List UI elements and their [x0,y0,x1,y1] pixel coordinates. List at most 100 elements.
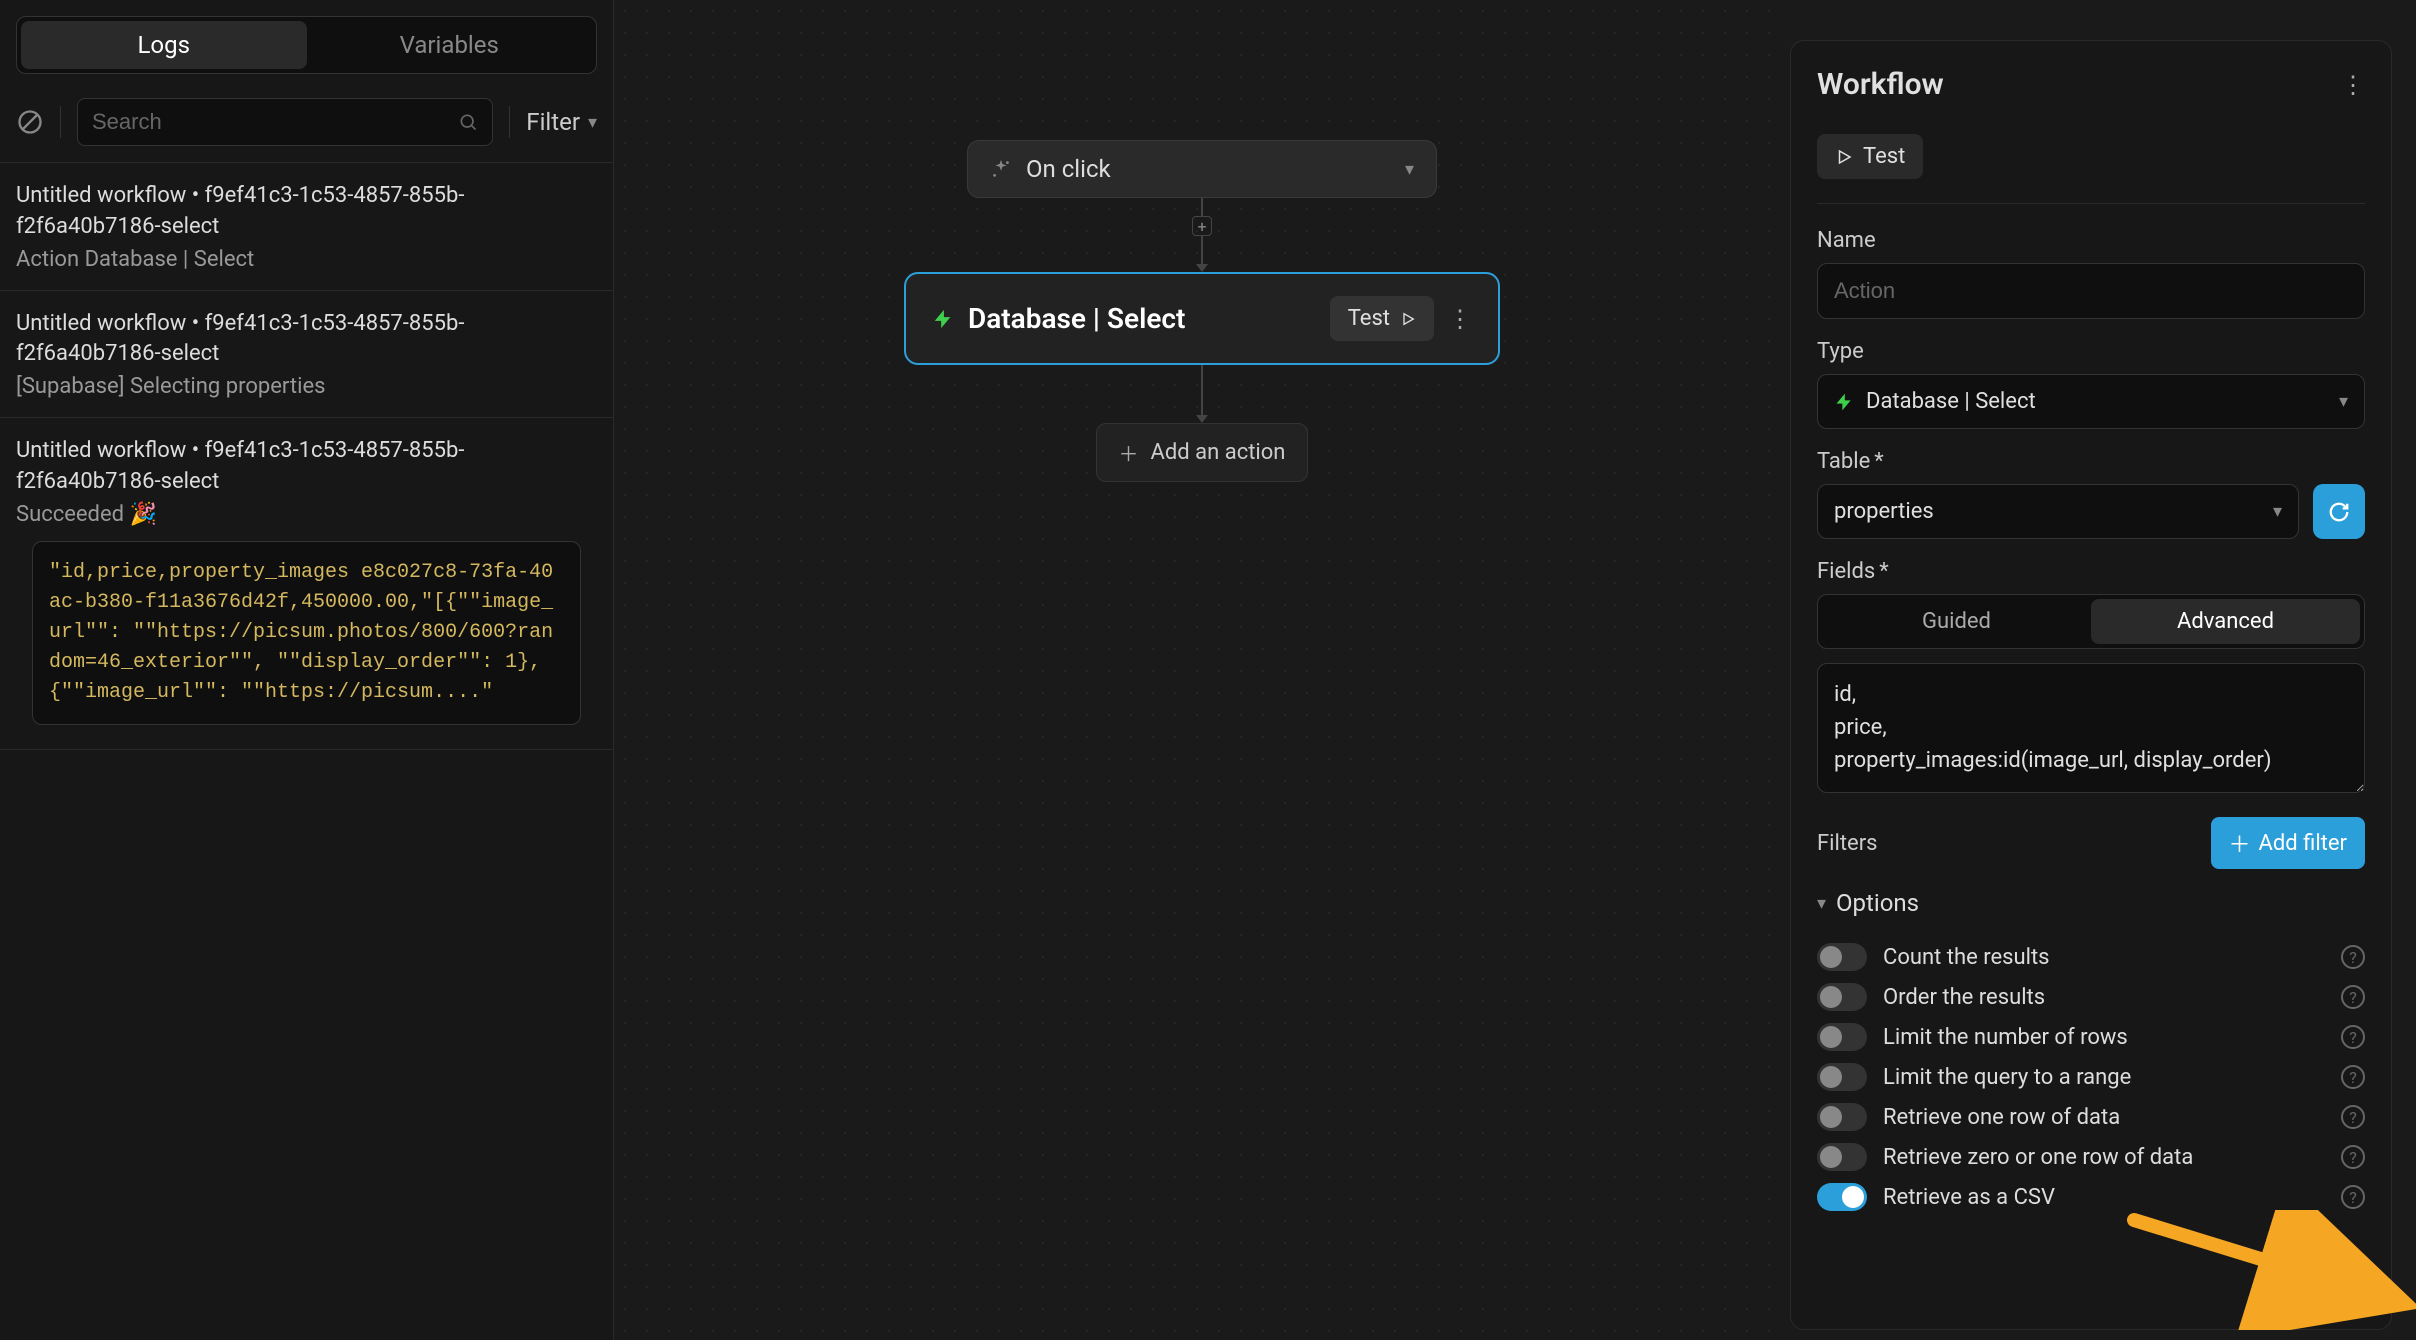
panel-test-button[interactable]: Test [1817,134,1923,179]
add-action-button[interactable]: ＋ Add an action [1096,423,1309,482]
filter-label: Filter [526,108,580,136]
options-label: Options [1836,889,1919,917]
options-toggle[interactable]: ▾ Options [1817,889,2365,917]
seg-guided[interactable]: Guided [1822,599,2091,644]
help-icon[interactable]: ? [2341,1065,2365,1089]
help-icon[interactable]: ? [2341,1185,2365,1209]
chevron-down-icon: ▾ [1405,159,1414,180]
connector [1196,365,1208,423]
logs-sidebar: Logs Variables Filter ▾ Untitl [0,0,614,1340]
option-toggle[interactable] [1817,1143,1867,1171]
chevron-down-icon: ▾ [2339,391,2348,412]
trigger-label: On click [1026,155,1111,183]
log-title: Untitled workflow • f9ef41c3-1c53-4857-8… [16,181,597,243]
add-step-button[interactable]: + [1192,216,1212,236]
option-toggle[interactable] [1817,1023,1867,1051]
more-icon[interactable]: ⋮ [1448,305,1472,333]
option-toggle[interactable] [1817,943,1867,971]
chevron-down-icon: ▾ [1817,893,1826,914]
chevron-down-icon: ▾ [2273,501,2282,522]
search-icon [458,112,478,132]
workflow-canvas[interactable]: On click ▾ + Database | Select [614,0,1790,1340]
type-select[interactable]: Database | Select ▾ [1817,374,2365,429]
panel-title: Workflow [1817,67,1944,102]
type-label: Type [1817,339,2365,364]
test-label: Test [1863,144,1905,169]
divider [60,106,61,138]
help-icon[interactable]: ? [2341,1025,2365,1049]
fields-mode-segment: Guided Advanced [1817,594,2365,649]
option-label: Retrieve as a CSV [1883,1185,2055,1210]
connector: + [1192,198,1212,272]
panel-more-icon[interactable]: ⋮ [2341,71,2365,99]
help-icon[interactable]: ? [2341,985,2365,1009]
log-list: Untitled workflow • f9ef41c3-1c53-4857-8… [0,162,613,1340]
table-select[interactable]: properties ▾ [1817,484,2299,539]
play-icon [1400,311,1416,327]
name-label: Name [1817,228,2365,253]
option-toggle[interactable] [1817,1103,1867,1131]
divider [1817,203,2365,204]
option-label: Count the results [1883,945,2050,970]
filters-label: Filters [1817,831,1878,856]
seg-advanced[interactable]: Advanced [2091,599,2360,644]
filter-button[interactable]: Filter ▾ [526,108,597,136]
add-action-label: Add an action [1151,440,1286,465]
refresh-button[interactable] [2313,484,2365,539]
log-item[interactable]: Untitled workflow • f9ef41c3-1c53-4857-8… [0,418,613,750]
help-icon[interactable]: ? [2341,1145,2365,1169]
type-value: Database | Select [1866,389,2036,414]
help-icon[interactable]: ? [2341,1105,2365,1129]
refresh-icon [2328,501,2350,523]
trigger-node[interactable]: On click ▾ [967,140,1437,198]
option-row: Retrieve one row of data ? [1817,1097,2365,1137]
fields-label: Fields [1817,559,2365,584]
clear-icon[interactable] [16,108,44,136]
add-filter-button[interactable]: ＋ Add filter [2211,817,2366,869]
add-filter-label: Add filter [2259,831,2347,856]
log-code-block: "id,price,property_images e8c027c8-73fa-… [32,541,581,725]
help-icon[interactable]: ? [2341,945,2365,969]
table-label: Table [1817,449,2365,474]
option-label: Limit the query to a range [1883,1065,2131,1090]
log-subtitle: Succeeded 🎉 [16,502,597,527]
option-row: Order the results ? [1817,977,2365,1017]
tab-variables[interactable]: Variables [307,21,593,69]
option-row: Count the results ? [1817,937,2365,977]
fields-textarea[interactable] [1817,663,2365,793]
option-row: Retrieve as a CSV ? [1817,1177,2365,1217]
option-row: Retrieve zero or one row of data ? [1817,1137,2365,1177]
option-label: Retrieve one row of data [1883,1105,2120,1130]
divider [509,106,510,138]
node-test-button[interactable]: Test [1330,296,1434,341]
option-label: Retrieve zero or one row of data [1883,1145,2193,1170]
option-row: Limit the number of rows ? [1817,1017,2365,1057]
option-toggle[interactable] [1817,1063,1867,1091]
log-title: Untitled workflow • f9ef41c3-1c53-4857-8… [16,309,597,371]
node-title: Database | Select [968,302,1185,335]
option-label: Order the results [1883,985,2045,1010]
options-list: Count the results ? Order the results ? … [1817,937,2365,1217]
bolt-icon [932,308,954,330]
tab-logs[interactable]: Logs [21,21,307,69]
plus-icon: ＋ [1119,438,1139,467]
play-icon [1835,148,1853,166]
chevron-down-icon: ▾ [588,112,597,133]
workflow-panel: Workflow ⋮ Test Name Type [1790,40,2392,1330]
search-input-wrap [77,98,493,146]
option-toggle[interactable] [1817,983,1867,1011]
test-label: Test [1348,306,1390,331]
database-select-node[interactable]: Database | Select Test ⋮ [904,272,1500,365]
sparkle-icon [990,158,1012,180]
log-subtitle: Action Database | Select [16,247,597,272]
option-label: Limit the number of rows [1883,1025,2128,1050]
search-input[interactable] [92,109,458,135]
table-value: properties [1834,499,1934,524]
name-input[interactable] [1817,263,2365,319]
option-toggle[interactable] [1817,1183,1867,1211]
option-row: Limit the query to a range ? [1817,1057,2365,1097]
log-item[interactable]: Untitled workflow • f9ef41c3-1c53-4857-8… [0,291,613,419]
log-item[interactable]: Untitled workflow • f9ef41c3-1c53-4857-8… [0,163,613,291]
plus-icon: ＋ [2229,827,2251,859]
bolt-icon [1834,392,1854,412]
